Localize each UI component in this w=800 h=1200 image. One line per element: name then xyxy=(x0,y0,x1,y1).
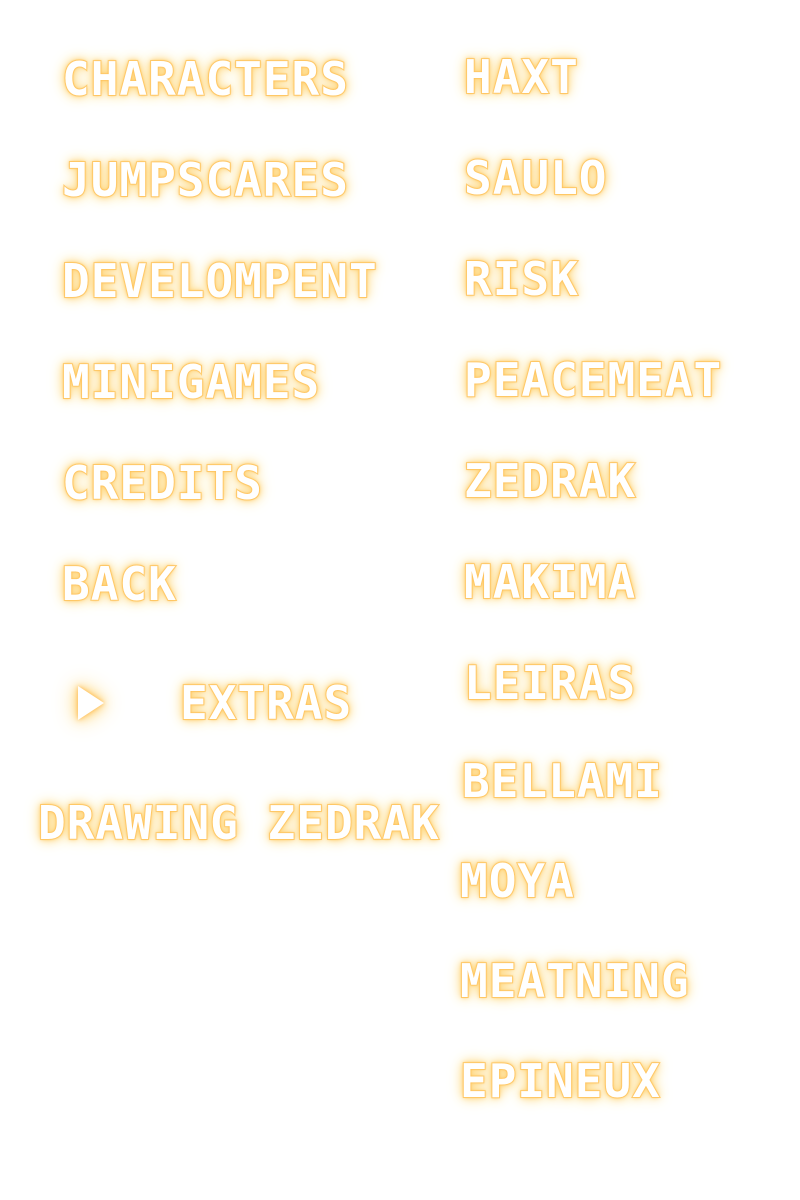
menu-item-extras[interactable]: EXTRAS xyxy=(179,679,352,727)
character-item-leiras[interactable]: LEIRAS xyxy=(463,659,636,707)
character-item-moya[interactable]: MOYA xyxy=(459,857,575,905)
character-item-saulo[interactable]: SAULO xyxy=(463,154,607,202)
character-item-peacemeat[interactable]: PEACEMEAT xyxy=(463,356,722,404)
triangle-right-icon xyxy=(78,686,104,720)
character-item-makima[interactable]: MAKIMA xyxy=(463,558,636,606)
character-item-meatning[interactable]: MEATNING xyxy=(459,957,690,1005)
character-item-epineux[interactable]: EPINEUX xyxy=(459,1057,661,1105)
character-item-zedrak[interactable]: ZEDRAK xyxy=(463,457,636,505)
menu-item-credits[interactable]: CREDITS xyxy=(61,459,263,507)
menu-item-development[interactable]: DEVELOMPENT xyxy=(61,257,378,305)
menu-item-characters[interactable]: CHARACTERS xyxy=(61,55,349,103)
character-item-haxt[interactable]: HAXT xyxy=(463,53,579,101)
subtitle-drawing-zedrak: DRAWING ZEDRAK xyxy=(37,796,440,850)
menu-item-back[interactable]: BACK xyxy=(61,560,177,608)
menu-item-jumpscares[interactable]: JUMPSCARES xyxy=(61,156,349,204)
character-item-bellami[interactable]: BELLAMI xyxy=(461,757,663,805)
menu-item-minigames[interactable]: MINIGAMES xyxy=(61,358,320,406)
character-item-risk[interactable]: RISK xyxy=(463,255,579,303)
